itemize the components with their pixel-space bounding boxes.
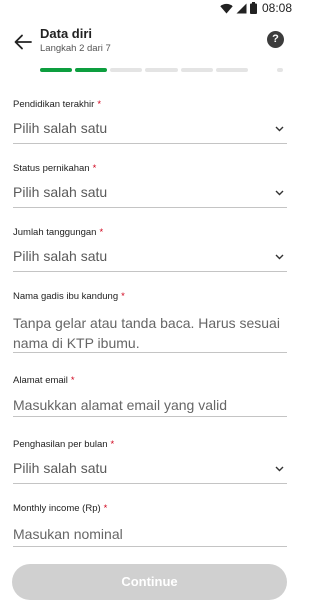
monthly-income-select[interactable]: Pilih salah satu — [13, 456, 287, 484]
input-placeholder: Tanpa gelar atau tanda baca. Harus sesua… — [13, 315, 280, 351]
marital-status-select[interactable]: Pilih salah satu — [13, 180, 287, 208]
continue-button[interactable]: Continue — [12, 564, 287, 600]
screen: 08:08 Data diri Langkah 2 dari 7 ? Pendi… — [0, 0, 300, 614]
field-label: Pendidikan terakhir * — [13, 99, 102, 110]
signal-icon — [236, 3, 247, 13]
field-email: Alamat email * Masukkan alamat email yang… — [13, 375, 287, 417]
status-bar: 08:08 — [0, 0, 300, 16]
progress-step — [215, 68, 248, 72]
field-label: Jumlah tanggungan * — [13, 227, 104, 238]
chevron-down-icon — [275, 126, 284, 132]
select-value: Pilih salah satu — [13, 120, 108, 136]
select-value: Pilih salah satu — [13, 248, 108, 264]
progress-step — [277, 68, 283, 72]
progress-step — [110, 68, 143, 72]
chevron-down-icon — [275, 466, 284, 472]
field-label: Status pernikahan * — [13, 163, 97, 174]
header: Data diri Langkah 2 dari 7 ? — [0, 24, 300, 60]
field-education: Pendidikan terakhir * Pilih salah satu — [13, 99, 287, 144]
field-monthly-income: Penghasilan per bulan * Pilih salah satu — [13, 439, 287, 484]
field-mother-maiden-name: Nama gadis ibu kandung * Tanpa gelar atau… — [13, 291, 287, 353]
help-button[interactable]: ? — [267, 31, 284, 48]
email-input[interactable]: Masukkan alamat email yang valid — [13, 387, 287, 417]
page-title: Data diri — [40, 26, 93, 41]
field-dependents: Jumlah tanggungan * Pilih salah satu — [13, 227, 287, 272]
field-label: Alamat email * — [13, 375, 75, 386]
select-value: Pilih salah satu — [13, 184, 108, 200]
field-label: Monthly income (Rp) * — [13, 503, 108, 514]
income-amount-input[interactable]: Masukan nominal — [13, 515, 287, 547]
back-button[interactable] — [10, 29, 36, 55]
education-select[interactable]: Pilih salah satu — [13, 116, 287, 144]
step-indicator: Langkah 2 dari 7 — [40, 43, 111, 54]
arrow-left-icon — [14, 34, 32, 50]
chevron-down-icon — [275, 254, 284, 260]
status-time: 08:08 — [261, 1, 292, 15]
select-value: Pilih salah satu — [13, 460, 108, 476]
wifi-icon — [220, 3, 233, 14]
field-monthly-income-amount: Monthly income (Rp) * Masukan nominal — [13, 503, 287, 547]
progress-step — [145, 68, 178, 72]
progress-step — [180, 68, 213, 72]
input-placeholder: Masukan nominal — [13, 526, 123, 542]
progress-step — [40, 68, 73, 72]
field-label: Penghasilan per bulan * — [13, 439, 115, 450]
mother-maiden-name-input[interactable]: Tanpa gelar atau tanda baca. Harus sesua… — [13, 303, 287, 353]
dependents-select[interactable]: Pilih salah satu — [13, 244, 287, 272]
field-marital-status: Status pernikahan * Pilih salah satu — [13, 163, 287, 208]
progress-step — [75, 68, 108, 72]
chevron-down-icon — [275, 190, 284, 196]
step-progress-bar — [40, 68, 283, 72]
battery-icon — [249, 2, 257, 14]
input-placeholder: Masukkan alamat email yang valid — [13, 397, 227, 413]
field-label: Nama gadis ibu kandung * — [13, 291, 125, 302]
